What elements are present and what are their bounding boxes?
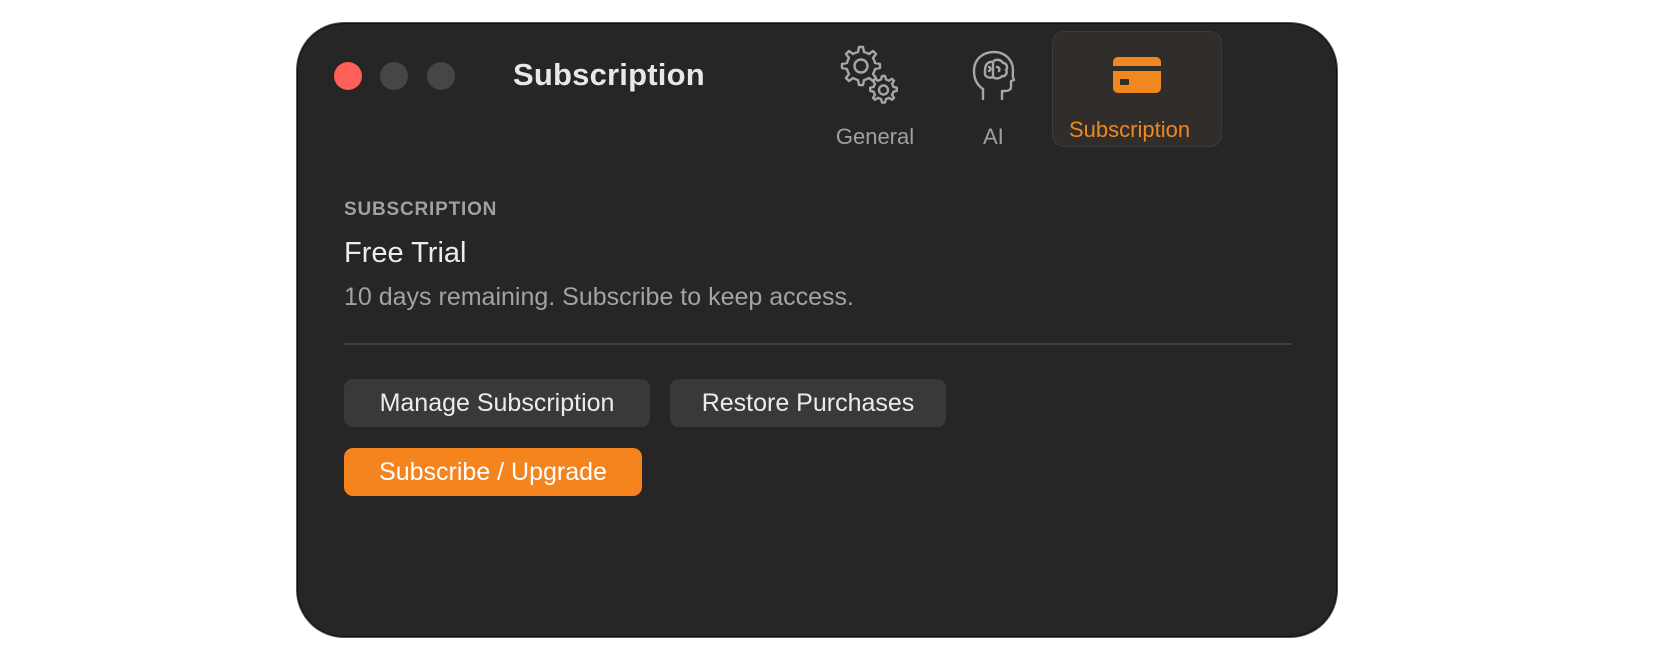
tab-ai[interactable]: AI (961, 31, 1025, 149)
settings-window: Subscription General AI Subscription SUB… (296, 22, 1338, 638)
subscribe-upgrade-button[interactable]: Subscribe / Upgrade (344, 448, 642, 496)
minimize-window-button[interactable] (380, 62, 408, 90)
tab-general[interactable]: General (827, 31, 923, 149)
plan-name: Free Trial (344, 237, 467, 269)
manage-subscription-button[interactable]: Manage Subscription (344, 379, 650, 427)
zoom-window-button[interactable] (427, 62, 455, 90)
gears-icon (837, 43, 903, 114)
close-window-button[interactable] (334, 62, 362, 90)
divider (344, 343, 1292, 345)
credit-card-icon (1113, 57, 1161, 98)
tab-subscription-label: Subscription (1069, 117, 1191, 142)
tab-general-label: General (835, 124, 915, 149)
section-header: SUBSCRIPTION (344, 199, 498, 220)
brain-head-icon (971, 49, 1017, 108)
tab-ai-label: AI (983, 124, 1004, 149)
tab-subscription[interactable]: Subscription (1052, 31, 1222, 147)
restore-purchases-button[interactable]: Restore Purchases (670, 379, 946, 427)
plan-description: 10 days remaining. Subscribe to keep acc… (344, 283, 854, 311)
window-title: Subscription (513, 57, 705, 92)
